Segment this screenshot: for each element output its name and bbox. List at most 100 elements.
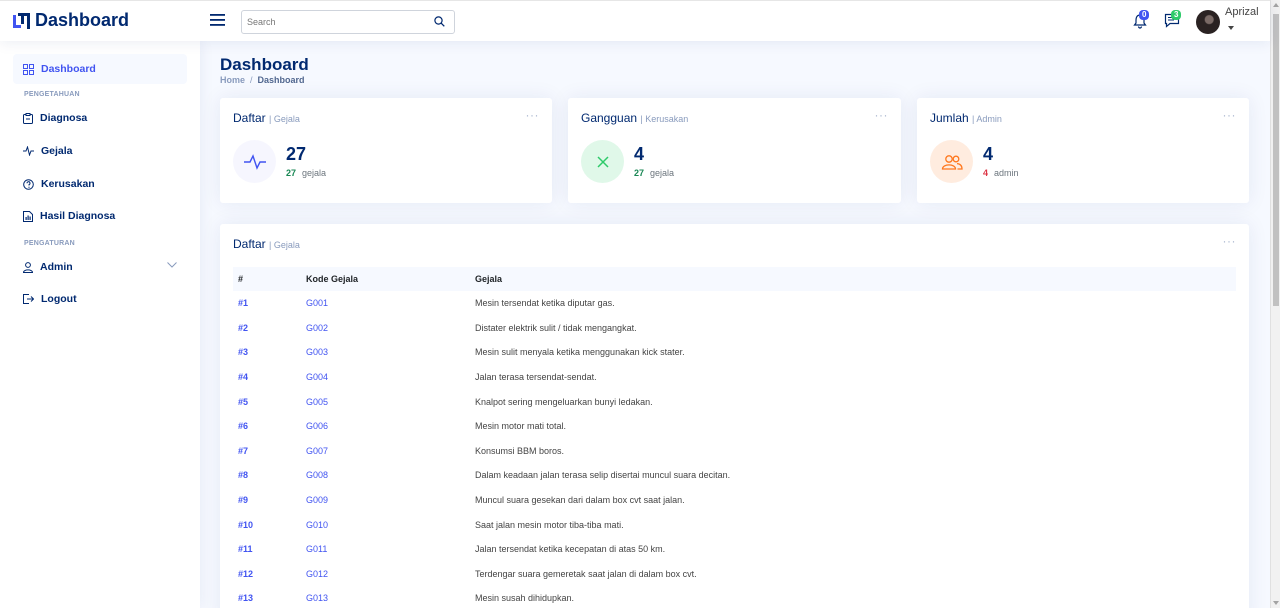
chevron-down-icon[interactable] (167, 262, 177, 268)
row-number[interactable]: #6 (233, 414, 301, 439)
search-input[interactable] (247, 12, 427, 32)
people-icon (941, 154, 963, 170)
sidebar-item-diagnosa[interactable]: Diagnosa (13, 103, 187, 133)
row-description: Mesin tersendat ketika diputar gas. (475, 298, 615, 309)
row-number[interactable]: #3 (233, 340, 301, 365)
table-row: #11 G011 Jalan tersendat ketika kecepatan … (233, 537, 1236, 562)
breadcrumb: Home / Dashboard (220, 75, 305, 85)
stat-card-kerusakan: Gangguan | Kerusakan ··· 4 27 gejala (568, 98, 901, 203)
breadcrumb-current: Dashboard (257, 75, 305, 85)
card-subtitle: | Gejala (269, 240, 300, 250)
table-row: #3 G003 Mesin sulit menyala ketika menggun… (233, 340, 1236, 365)
sidebar-item-kerusakan[interactable]: Kerusakan (13, 169, 187, 199)
stat-sub-text: gejala (650, 168, 675, 178)
row-code[interactable]: G013 (301, 586, 470, 608)
nav-heading-pengaturan: PENGATURAN (24, 240, 75, 247)
stat-icon-circle (930, 140, 973, 183)
row-number[interactable]: #10 (233, 512, 301, 537)
card-subtitle: | Admin (972, 114, 1002, 124)
row-number[interactable]: #1 (233, 291, 301, 316)
gejala-table-card: Daftar | Gejala ··· # Kode Gejala Gejala… (220, 224, 1249, 608)
menu-toggle-icon[interactable] (210, 13, 225, 27)
row-code[interactable]: G011 (301, 537, 470, 562)
column-header: Kode Gejala (306, 274, 359, 284)
stat-value: 4 (634, 144, 645, 164)
avatar[interactable] (1196, 10, 1220, 34)
stat-value: 27 (286, 144, 307, 164)
table-row: #5 G005 Knalpot sering mengeluarkan bunyi … (233, 389, 1236, 414)
row-code[interactable]: G009 (301, 488, 470, 513)
row-code[interactable]: G008 (301, 463, 470, 488)
table-row: #8 G008 Dalam keadaan jalan terasa selip d… (233, 463, 1236, 488)
user-name[interactable]: Aprizal (1225, 6, 1259, 18)
table-row: #9 G009 Muncul suara gesekan dari dalam bo… (233, 488, 1236, 513)
sidebar-item-logout[interactable]: Logout (13, 284, 187, 314)
row-number[interactable]: #4 (233, 365, 301, 390)
activity-icon (243, 153, 266, 170)
row-number[interactable]: #2 (233, 316, 301, 341)
row-code[interactable]: G006 (301, 414, 470, 439)
row-number[interactable]: #11 (233, 537, 301, 562)
sidebar-item-dashboard[interactable]: Dashboard (13, 54, 187, 84)
nav-heading-pengetahuan: PENGETAHUAN (24, 91, 80, 98)
sidebar-item-label: Admin (40, 261, 73, 273)
table-row: #6 G006 Mesin motor mati total. (233, 414, 1236, 439)
row-description: Dalam keadaan jalan terasa selip diserta… (475, 470, 731, 481)
stat-value: 4 (983, 144, 994, 164)
sidebar-item-label: Gejala (41, 145, 73, 157)
sidebar-item-label: Dashboard (41, 63, 96, 75)
table-row: #1 G001 Mesin tersendat ketika diputar gas… (233, 291, 1236, 316)
sidebar-item-admin[interactable]: Admin (13, 252, 187, 282)
row-number[interactable]: #8 (233, 463, 301, 488)
row-code[interactable]: G005 (301, 389, 470, 414)
page-scrollbar[interactable] (1270, 0, 1280, 608)
sidebar-item-gejala[interactable]: Gejala (13, 136, 187, 166)
row-number[interactable]: #9 (233, 488, 301, 513)
stat-sub: 27 gejala (634, 168, 674, 178)
card-title-text: Daftar (233, 237, 266, 251)
scrollbar-thumb[interactable] (1273, 14, 1279, 306)
row-code[interactable]: G012 (301, 562, 470, 587)
breadcrumb-home[interactable]: Home (220, 75, 245, 85)
sidebar-item-label: Diagnosa (40, 112, 88, 124)
file-bar-chart-icon (23, 210, 33, 222)
search-icon[interactable] (434, 16, 445, 27)
card-title-text: Gangguan (581, 111, 638, 125)
more-options-icon[interactable]: ··· (526, 108, 540, 122)
card-title: Gangguan | Kerusakan (581, 111, 688, 125)
row-description: Muncul suara gesekan dari dalam box cvt … (475, 495, 685, 506)
scroll-up-arrow-icon[interactable] (1273, 3, 1279, 7)
card-title-text: Daftar (233, 111, 266, 125)
notification-count-badge: 0 (1139, 10, 1150, 20)
row-code[interactable]: G001 (301, 291, 470, 316)
row-description: Saat jalan mesin motor tiba-tiba mati. (475, 519, 624, 530)
row-code[interactable]: G010 (301, 512, 470, 537)
row-number[interactable]: #13 (233, 586, 301, 608)
row-code[interactable]: G004 (301, 365, 470, 390)
page-title: Dashboard (220, 55, 309, 74)
caret-down-icon[interactable] (1228, 26, 1234, 30)
stat-sub: 27 gejala (286, 168, 326, 178)
row-description: Distater elektrik sulit / tidak mengangk… (475, 322, 637, 333)
logo[interactable]: Dashboard (12, 10, 129, 31)
table-row: #13 G013 Mesin susah dihidupkan. (233, 586, 1236, 608)
more-options-icon[interactable]: ··· (1223, 108, 1237, 122)
sidebar-item-hasil-diagnosa[interactable]: Hasil Diagnosa (13, 201, 187, 231)
row-number[interactable]: #12 (233, 562, 301, 587)
table-row: #10 G010 Saat jalan mesin motor tiba-tiba … (233, 512, 1236, 537)
scroll-down-arrow-icon[interactable] (1273, 601, 1279, 605)
more-options-icon[interactable]: ··· (1223, 234, 1237, 248)
row-code[interactable]: G003 (301, 340, 470, 365)
row-number[interactable]: #5 (233, 389, 301, 414)
row-number[interactable]: #7 (233, 439, 301, 464)
row-code[interactable]: G002 (301, 316, 470, 341)
more-options-icon[interactable]: ··· (875, 108, 889, 122)
table-row: #2 G002 Distater elektrik sulit / tidak me… (233, 316, 1236, 341)
row-description: Terdengar suara gemeretak saat jalan di … (475, 568, 697, 579)
stat-sub: 4 admin (983, 168, 1019, 178)
row-description: Mesin motor mati total. (475, 421, 567, 432)
row-code[interactable]: G007 (301, 439, 470, 464)
row-description: Jalan tersendat ketika kecepatan di atas… (475, 544, 666, 555)
breadcrumb-separator: / (250, 75, 253, 85)
stat-icon-circle (233, 140, 276, 183)
